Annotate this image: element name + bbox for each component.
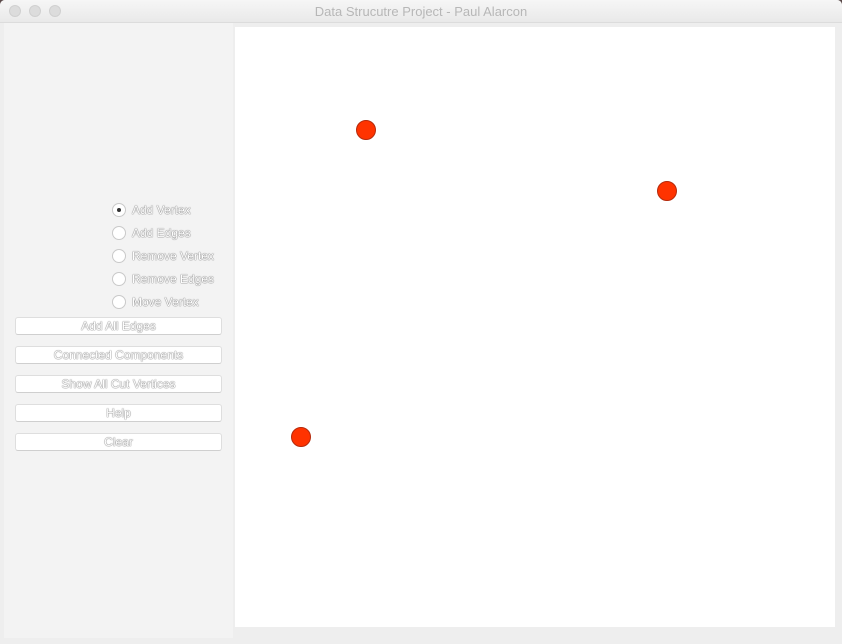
control-panel: Add Vertex Add Edges Remove Vertex Remov…: [4, 23, 233, 638]
mode-label: Remove Vertex: [132, 249, 215, 263]
mode-label: Remove Edges: [132, 272, 215, 286]
graph-vertex[interactable]: [657, 181, 677, 201]
radio-button-icon[interactable]: [112, 272, 126, 286]
clear-button[interactable]: Clear: [15, 433, 222, 451]
radio-button-icon[interactable]: [112, 203, 126, 217]
mode-move-vertex[interactable]: Move Vertex: [112, 293, 199, 311]
title-bar[interactable]: Data Strucutre Project - Paul Alarcon: [0, 0, 842, 23]
mode-label: Add Vertex: [132, 203, 191, 217]
graph-canvas[interactable]: [235, 27, 835, 627]
mode-remove-edges[interactable]: Remove Edges: [112, 270, 214, 288]
connected-components-button[interactable]: Connected Components: [15, 346, 222, 364]
mode-add-edges[interactable]: Add Edges: [112, 224, 191, 242]
radio-button-icon[interactable]: [112, 226, 126, 240]
mode-add-vertex[interactable]: Add Vertex: [112, 201, 191, 219]
add-all-edges-button[interactable]: Add All Edges: [15, 317, 222, 335]
mode-label: Add Edges: [132, 226, 191, 240]
mode-label: Move Vertex: [132, 295, 199, 309]
show-all-cut-vertices-button[interactable]: Show All Cut Vertices: [15, 375, 222, 393]
window-title: Data Strucutre Project - Paul Alarcon: [314, 4, 528, 19]
app-window: Data Strucutre Project - Paul Alarcon Ad…: [0, 0, 842, 644]
graph-vertex[interactable]: [356, 120, 376, 140]
radio-button-icon[interactable]: [112, 249, 126, 263]
graph-vertex[interactable]: [291, 427, 311, 447]
help-button[interactable]: Help: [15, 404, 222, 422]
radio-button-icon[interactable]: [112, 295, 126, 309]
mode-remove-vertex[interactable]: Remove Vertex: [112, 247, 214, 265]
